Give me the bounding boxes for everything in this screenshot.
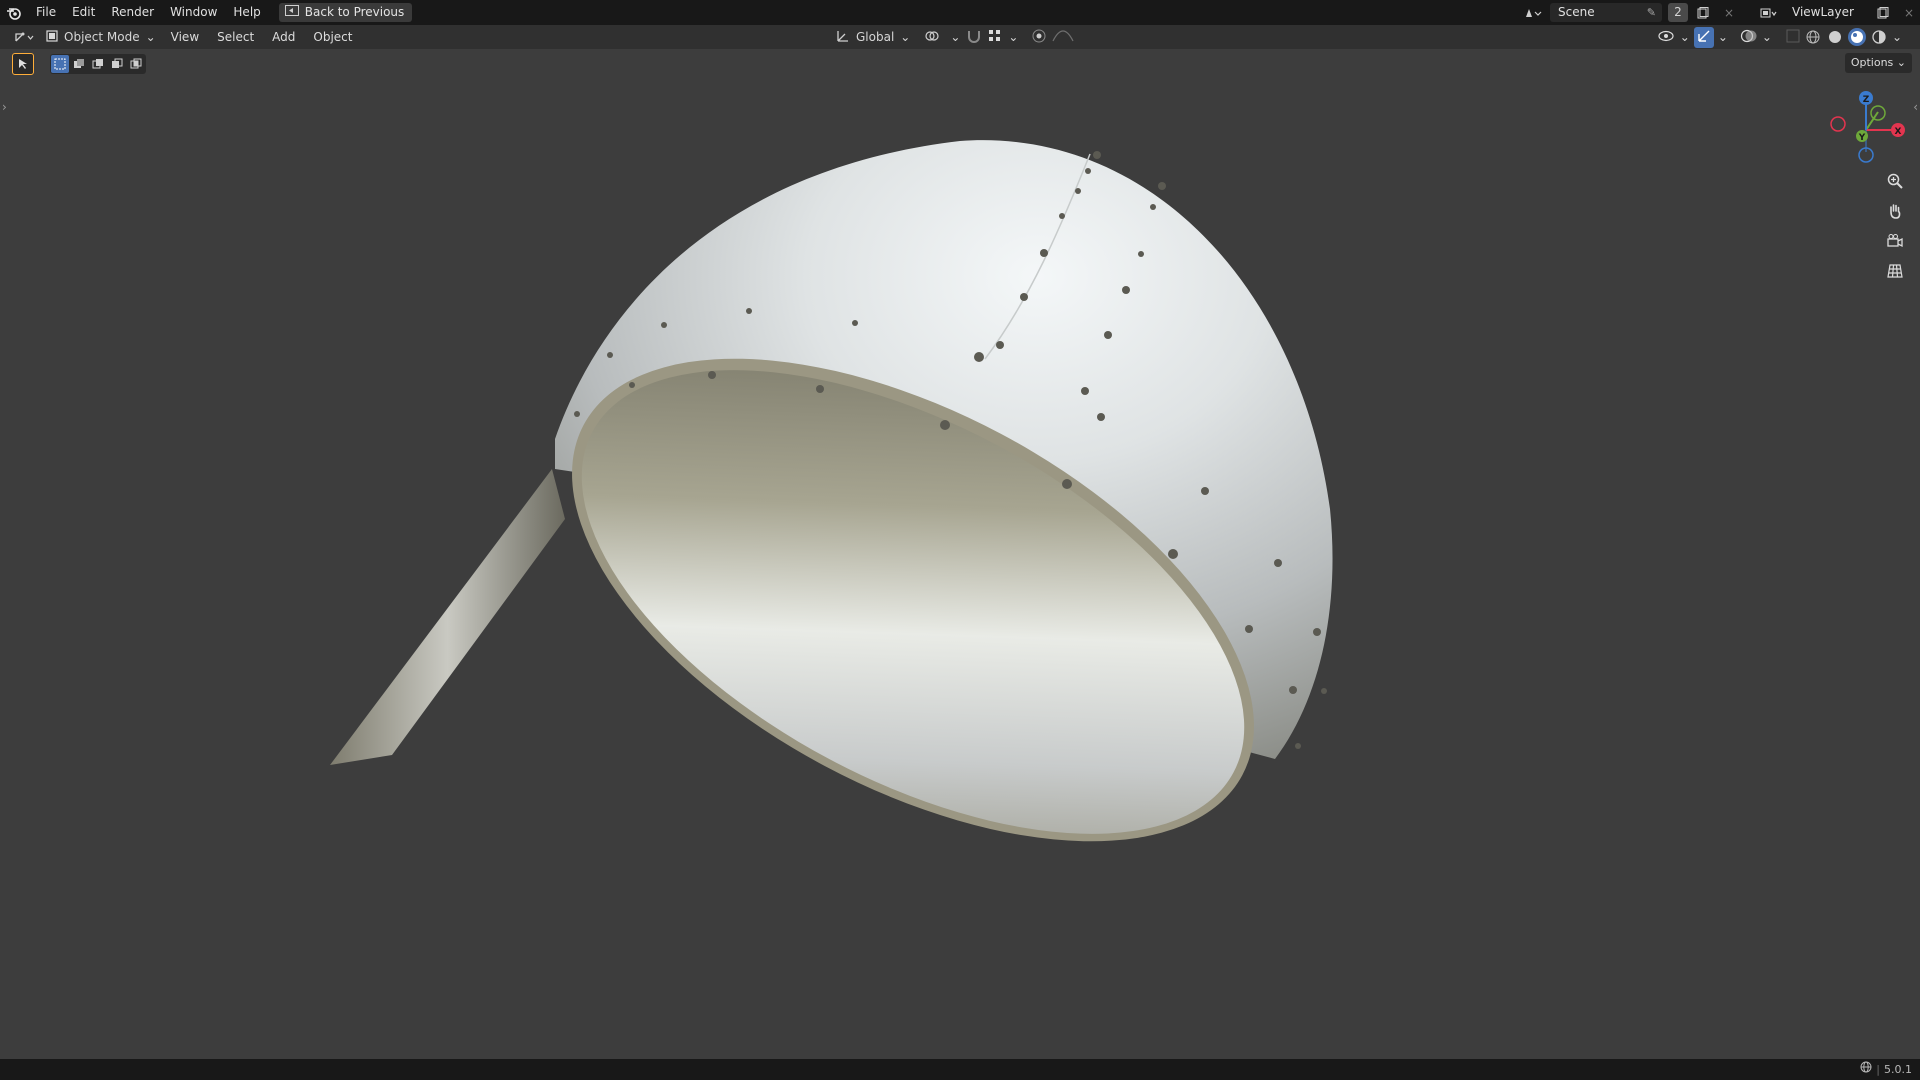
overlay-icon[interactable] bbox=[1740, 29, 1758, 46]
select-subtract-icon[interactable] bbox=[89, 55, 107, 73]
version-info: | 5.0.1 bbox=[1860, 1059, 1912, 1080]
menu-add[interactable]: Add bbox=[263, 30, 304, 44]
version-separator: | bbox=[1876, 1063, 1880, 1076]
status-bar: | 5.0.1 bbox=[0, 1059, 1920, 1080]
view-layer-name[interactable]: ViewLayer bbox=[1784, 3, 1868, 22]
navigation-gizmo[interactable]: X Z Y bbox=[1826, 88, 1906, 168]
delete-view-layer-icon[interactable]: × bbox=[1898, 3, 1920, 22]
snap-icon[interactable] bbox=[966, 29, 982, 46]
new-view-layer-icon[interactable] bbox=[1872, 3, 1894, 22]
rendered-shading-icon[interactable] bbox=[1870, 28, 1888, 46]
zoom-icon[interactable] bbox=[1882, 168, 1908, 194]
view-layer-selector-icon[interactable] bbox=[1758, 3, 1780, 22]
object-mode-icon bbox=[46, 29, 58, 45]
select-intersect-icon[interactable] bbox=[127, 55, 145, 73]
pivot-icon[interactable] bbox=[924, 29, 944, 46]
options-label: Options bbox=[1850, 56, 1894, 69]
gizmo-x-label: X bbox=[1895, 127, 1902, 137]
menu-edit[interactable]: Edit bbox=[64, 0, 103, 25]
wireframe-shading-icon[interactable] bbox=[1804, 28, 1822, 46]
visibility-icon[interactable] bbox=[1658, 30, 1676, 45]
chevron-down-icon[interactable]: ⌄ bbox=[1762, 30, 1772, 44]
pan-hand-icon[interactable] bbox=[1882, 198, 1908, 224]
chevron-down-icon[interactable]: ⌄ bbox=[1680, 30, 1690, 44]
menu-file[interactable]: File bbox=[28, 0, 64, 25]
blender-logo-icon[interactable] bbox=[0, 0, 28, 25]
delete-scene-icon[interactable]: × bbox=[1718, 3, 1740, 22]
gizmo-z-label: Z bbox=[1863, 95, 1870, 105]
menu-help[interactable]: Help bbox=[225, 0, 268, 25]
chevron-down-icon: ⌄ bbox=[145, 30, 156, 44]
solid-shading-icon[interactable] bbox=[1826, 28, 1844, 46]
top-bar: File Edit Render Window Help Back to Pre… bbox=[0, 0, 1920, 25]
chevron-down-icon[interactable]: ⌄ bbox=[900, 30, 910, 44]
helmet-model[interactable] bbox=[330, 140, 1333, 941]
scene-selector-icon[interactable] bbox=[1522, 3, 1544, 22]
options-dropdown[interactable]: Options ⌄ bbox=[1844, 53, 1912, 73]
camera-icon[interactable] bbox=[1882, 228, 1908, 254]
version-label: 5.0.1 bbox=[1884, 1063, 1912, 1076]
workspace-controls: Scene ✎ 2 × ViewLayer × bbox=[1522, 0, 1920, 25]
snap-target-icon[interactable] bbox=[988, 29, 1002, 46]
object-mode-label: Object Mode bbox=[64, 30, 140, 44]
tool-row bbox=[12, 53, 146, 75]
menu-render[interactable]: Render bbox=[103, 0, 162, 25]
scene-user-count: 2 bbox=[1668, 3, 1688, 22]
falloff-icon[interactable] bbox=[1052, 29, 1075, 45]
select-new-icon[interactable] bbox=[51, 55, 69, 73]
viewport-3d[interactable] bbox=[0, 49, 1920, 1059]
menu-window[interactable]: Window bbox=[162, 0, 225, 25]
back-to-previous-button[interactable]: Back to Previous bbox=[278, 3, 413, 22]
toolbar-expand-icon[interactable]: › bbox=[2, 100, 7, 114]
back-icon bbox=[284, 3, 299, 22]
scene-name-label: Scene bbox=[1558, 5, 1595, 19]
chevron-down-icon[interactable]: ⌄ bbox=[1718, 30, 1728, 44]
chevron-down-icon[interactable]: ⌄ bbox=[1008, 30, 1018, 44]
menu-select[interactable]: Select bbox=[208, 30, 263, 44]
select-cursor-icon[interactable] bbox=[12, 53, 34, 75]
new-scene-icon[interactable] bbox=[1692, 3, 1714, 22]
select-invert-icon[interactable] bbox=[108, 55, 126, 73]
gizmo-y-label: Y bbox=[1858, 133, 1866, 143]
pin-icon[interactable]: ✎ bbox=[1647, 3, 1656, 22]
viewport-header: Object Mode ⌄ View Select Add Object Glo… bbox=[0, 25, 1920, 49]
nasal-guard bbox=[330, 469, 565, 765]
viewport-display-tools: ⌄ ⌄ ⌄ ⌄ bbox=[1658, 25, 1902, 49]
back-to-previous-label: Back to Previous bbox=[304, 5, 405, 19]
grid-icon[interactable] bbox=[1882, 258, 1908, 284]
orientation-label[interactable]: Global bbox=[856, 30, 894, 44]
gizmo-icon[interactable] bbox=[1693, 26, 1714, 48]
select-extend-icon[interactable] bbox=[70, 55, 88, 73]
chevron-down-icon[interactable]: ⌄ bbox=[950, 30, 960, 44]
menu-object[interactable]: Object bbox=[304, 30, 361, 44]
selection-mode-group bbox=[50, 54, 146, 74]
transform-tools: Global ⌄ ⌄ ⌄ bbox=[836, 25, 1075, 49]
editor-type-icon[interactable] bbox=[10, 28, 40, 47]
transform-orientation-icon[interactable] bbox=[836, 29, 850, 46]
xray-icon[interactable] bbox=[1786, 29, 1800, 46]
object-mode-dropdown[interactable]: Object Mode ⌄ bbox=[40, 27, 162, 47]
chevron-down-icon[interactable]: ⌄ bbox=[1892, 30, 1902, 44]
menu-view[interactable]: View bbox=[162, 30, 208, 44]
proportional-edit-icon[interactable] bbox=[1032, 29, 1046, 46]
scene-name-field[interactable]: Scene ✎ bbox=[1550, 3, 1662, 22]
globe-icon bbox=[1860, 1059, 1872, 1080]
sidebar-expand-icon[interactable]: ‹ bbox=[1913, 100, 1918, 114]
material-shading-icon[interactable] bbox=[1847, 28, 1866, 46]
